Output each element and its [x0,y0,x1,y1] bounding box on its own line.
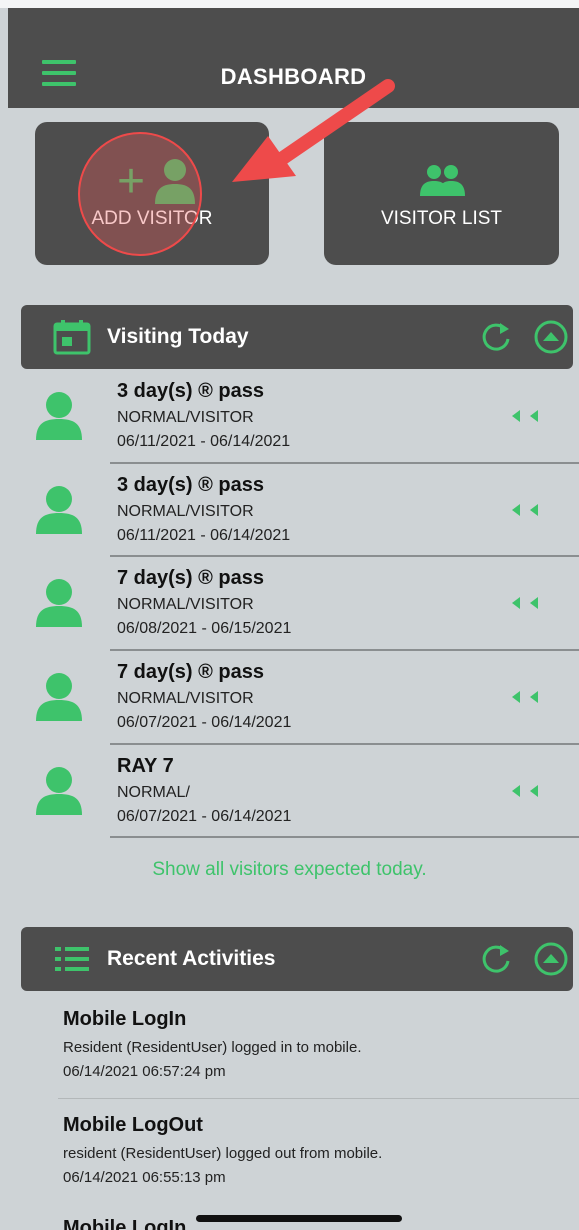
activity-description: resident (ResidentUser) logged out from … [63,1145,383,1162]
visitor-type: NORMAL/VISITOR [117,503,254,520]
activity-title: Mobile LogIn [63,1008,187,1030]
visitor-type: NORMAL/VISITOR [117,690,254,707]
visitor-info: RAY 7 NORMAL/ 06/07/2021 - 06/14/2021 [117,755,291,826]
home-indicator[interactable] [196,1215,402,1222]
list-icon [55,947,89,971]
visitor-list-label: VISITOR LIST [380,208,503,229]
visiting-today-title: Visiting Today [107,325,249,348]
person-avatar-icon [36,767,82,815]
visitor-info: 7 day(s) ® pass NORMAL/VISITOR 06/08/202… [117,567,291,638]
group-icon [420,165,465,196]
visitor-name: 3 day(s) ® pass [117,474,265,496]
visitor-name: 3 day(s) ® pass [117,380,265,402]
activity-time: 06/14/2021 06:57:24 pm [63,1063,226,1080]
visitor-row[interactable]: 3 day(s) ® pass NORMAL/VISITOR 06/11/202… [0,370,579,463]
activity-item: Mobile LogIn [63,1217,186,1230]
visitor-type: NORMAL/ [117,784,190,801]
visitor-info: 3 day(s) ® pass NORMAL/VISITOR 06/11/202… [117,474,290,545]
visitor-name: 7 day(s) ® pass [117,661,265,683]
visitor-info: 7 day(s) ® pass NORMAL/VISITOR 06/07/202… [117,661,291,732]
app-header: DASHBOARD [8,8,579,108]
highlight-circle [78,132,202,256]
activity-time: 06/14/2021 06:55:13 pm [63,1169,226,1186]
row-divider [110,836,579,838]
visitor-row[interactable]: 7 day(s) ® pass NORMAL/VISITOR 06/07/202… [0,651,579,744]
visitor-dates: 06/07/2021 - 06/14/2021 [117,714,292,731]
activity-title: Mobile LogIn [63,1217,187,1230]
show-all-visitors-link[interactable]: Show all visitors expected today. [0,859,579,881]
visitor-type: NORMAL/VISITOR [117,409,254,426]
recent-activities-header: Recent Activities [21,927,573,991]
visitor-name: 7 day(s) ® pass [117,567,265,589]
person-avatar-icon [36,579,82,627]
activity-divider [58,1098,579,1099]
visitor-list-button[interactable]: VISITOR LIST [324,122,559,265]
person-avatar-icon [36,673,82,721]
visitor-row[interactable]: RAY 7 NORMAL/ 06/07/2021 - 06/14/2021 [0,745,579,838]
visitor-info: 3 day(s) ® pass NORMAL/VISITOR 06/11/202… [117,380,290,451]
visitor-dates: 06/07/2021 - 06/14/2021 [117,808,292,825]
visitor-name: RAY 7 [117,755,174,777]
activity-item: Mobile LogOut resident (ResidentUser) lo… [63,1114,382,1186]
refresh-icon[interactable] [479,941,515,977]
activity-title: Mobile LogOut [63,1114,203,1136]
status-bar [0,0,579,8]
activity-description: Resident (ResidentUser) logged in to mob… [63,1039,362,1056]
visitor-row[interactable]: 3 day(s) ® pass NORMAL/VISITOR 06/11/202… [0,464,579,557]
collapse-up-icon[interactable] [533,319,569,355]
person-avatar-icon [36,392,82,440]
visitor-row[interactable]: 7 day(s) ® pass NORMAL/VISITOR 06/08/202… [0,557,579,650]
visitor-dates: 06/08/2021 - 06/15/2021 [117,620,292,637]
double-chevron-left-icon[interactable] [508,689,544,705]
visitor-type: NORMAL/VISITOR [117,596,254,613]
calendar-icon [53,320,91,355]
double-chevron-left-icon[interactable] [508,783,544,799]
refresh-icon[interactable] [479,319,515,355]
visitor-dates: 06/11/2021 - 06/14/2021 [117,433,291,450]
page-title: DASHBOARD [220,64,367,89]
recent-activities-title: Recent Activities [107,947,276,970]
person-avatar-icon [36,486,82,534]
collapse-up-icon[interactable] [533,941,569,977]
visitor-dates: 06/11/2021 - 06/14/2021 [117,527,291,544]
double-chevron-left-icon[interactable] [508,408,544,424]
double-chevron-left-icon[interactable] [508,502,544,518]
double-chevron-left-icon[interactable] [508,595,544,611]
visiting-today-header: Visiting Today [21,305,573,369]
activity-item: Mobile LogIn Resident (ResidentUser) log… [63,1008,361,1080]
